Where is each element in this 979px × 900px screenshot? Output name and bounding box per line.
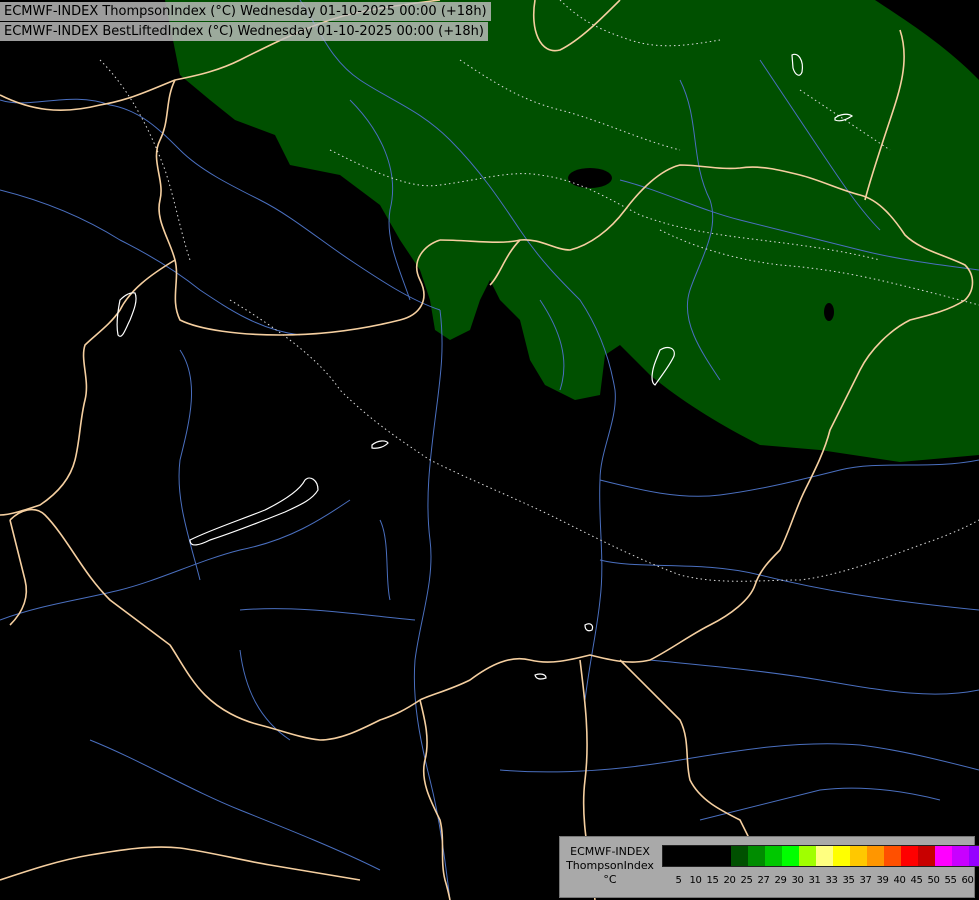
legend-ticks: 5 10 15 20 25 27 29 30 31 33 35 37 39 40 45 50 55 60	[662, 875, 976, 887]
legend-swatch	[680, 846, 697, 866]
legend-tick-label: 30	[791, 875, 804, 886]
index-gap	[568, 168, 612, 188]
legend-tick-label: 10	[689, 875, 702, 886]
legend-tick-label: 55	[944, 875, 957, 886]
legend-swatch	[799, 846, 816, 866]
legend-label: ECMWF-INDEX ThompsonIndex °C	[562, 845, 658, 887]
legend-tick-label: 29	[774, 875, 787, 886]
legend-swatch	[901, 846, 918, 866]
legend-swatch	[969, 846, 979, 866]
legend-tick-label: 60	[961, 875, 974, 886]
legend-swatch	[782, 846, 799, 866]
legend-tick-label: 39	[876, 875, 889, 886]
map-title-thompson-index: ECMWF-INDEX ThompsonIndex (°C) Wednesday…	[0, 2, 491, 21]
legend-swatch	[884, 846, 901, 866]
legend-swatch	[935, 846, 952, 866]
legend-swatch	[833, 846, 850, 866]
legend-tick-label: 50	[927, 875, 940, 886]
legend-model: ECMWF-INDEX	[570, 845, 650, 858]
legend-tick-label: 25	[740, 875, 753, 886]
legend-swatch	[697, 846, 714, 866]
legend-swatch	[731, 846, 748, 866]
color-legend: ECMWF-INDEX ThompsonIndex °C 5 10 15 20 25 27…	[559, 836, 979, 898]
legend-tick-label: 45	[910, 875, 923, 886]
legend-tick-label: 27	[757, 875, 770, 886]
legend-tick-label: 15	[706, 875, 719, 886]
legend-tick-label: 33	[825, 875, 838, 886]
legend-tick-label: 40	[893, 875, 906, 886]
map-title-best-lifted-index: ECMWF-INDEX BestLiftedIndex (°C) Wednesd…	[0, 22, 488, 41]
legend-tick-label: 31	[808, 875, 821, 886]
legend-swatches	[662, 845, 979, 867]
legend-swatch	[748, 846, 765, 866]
legend-tick-label: 35	[842, 875, 855, 886]
legend-swatch	[918, 846, 935, 866]
legend-tick-label: 5	[675, 875, 682, 886]
legend-tick-label: 37	[859, 875, 872, 886]
legend-tick-label: 20	[723, 875, 736, 886]
legend-swatch	[816, 846, 833, 866]
legend-swatch	[850, 846, 867, 866]
index-gap	[824, 303, 834, 321]
weather-map	[0, 0, 979, 900]
legend-parameter: ThompsonIndex	[566, 859, 654, 872]
legend-swatch	[714, 846, 731, 866]
legend-swatch	[952, 846, 969, 866]
legend-unit: °C	[603, 873, 617, 886]
legend-swatch	[663, 846, 680, 866]
legend-swatch	[765, 846, 782, 866]
legend-swatch	[867, 846, 884, 866]
